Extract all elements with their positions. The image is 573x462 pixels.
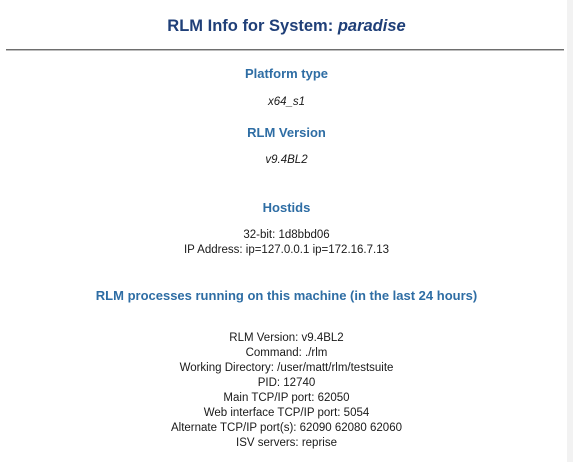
process-main-port: Main TCP/IP port: 62050 [223,392,350,404]
process-details: RLM Version: v9.4BL2 Command: ./rlm Work… [0,331,573,451]
process-pid: PID: 12740 [257,377,316,389]
process-working-directory: Working Directory: /user/matt/rlm/testsu… [179,362,394,374]
title-divider [6,49,564,51]
system-name: paradise [337,17,406,35]
hostids-list: 32-bit: 1d8bbd06 IP Address: ip=127.0.0.… [0,228,573,258]
page-title: RLM Info for System: paradise [0,17,573,36]
process-rlm-version: RLM Version: v9.4BL2 [229,332,344,344]
hostid-ip-address: IP Address: ip=127.0.0.1 ip=172.16.7.13 [183,244,390,256]
process-isv-servers: ISV servers: reprise [236,437,337,449]
platform-type-heading: Platform type [244,66,329,81]
page-title-prefix: RLM Info for System: [167,17,338,35]
hostids-heading: Hostids [262,200,311,215]
process-alternate-ports: Alternate TCP/IP port(s): 62090 62080 62… [170,422,402,434]
process-command: Command: ./rlm [245,347,328,359]
processes-heading: RLM processes running on this machine (i… [95,288,478,303]
hostid-32bit: 32-bit: 1d8bbd06 [243,229,330,241]
rlm-version-value: v9.4BL2 [265,154,308,166]
vertical-scrollbar[interactable] [567,0,573,462]
rlm-version-heading: RLM Version [247,125,326,140]
process-web-port: Web interface TCP/IP port: 5054 [203,407,370,419]
platform-type-value: x64_s1 [267,96,306,108]
